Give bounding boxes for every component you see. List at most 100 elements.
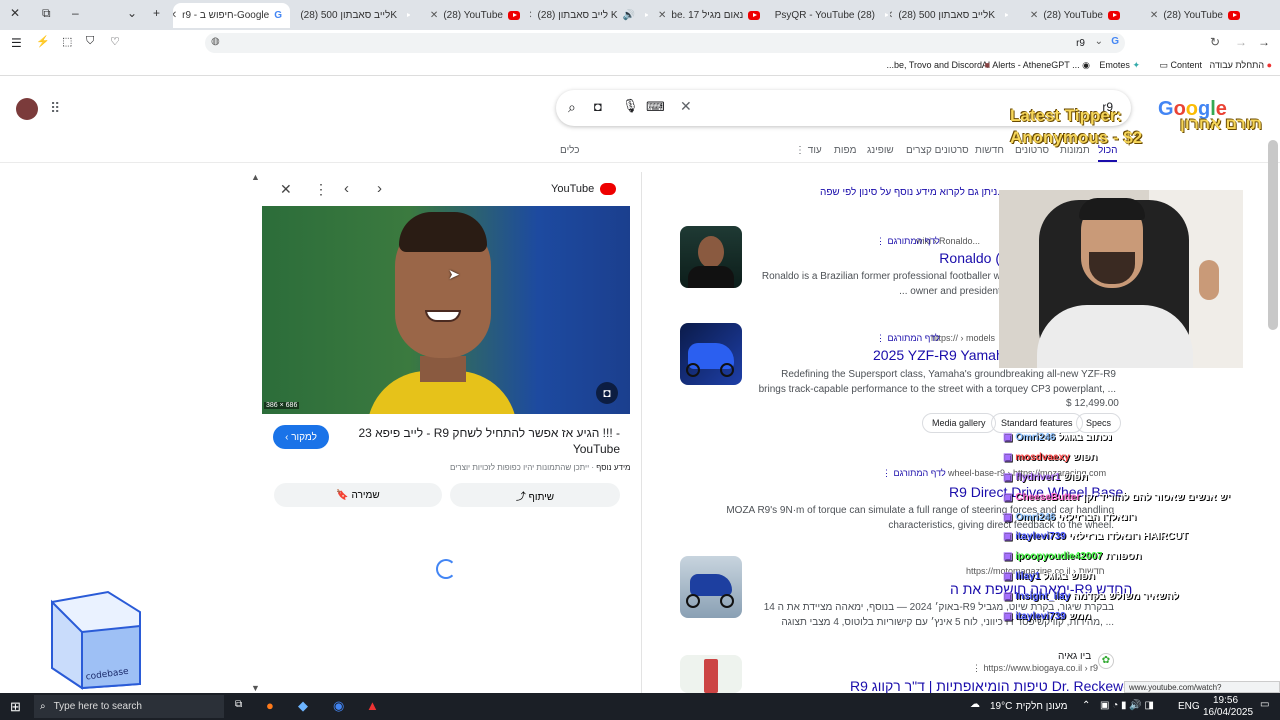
- tab-youtube[interactable]: ✕ be. נאום מגיל 17: [650, 3, 768, 28]
- minimize-icon[interactable]: –: [72, 6, 79, 20]
- close-tab-icon[interactable]: ✕: [890, 10, 893, 21]
- clock-date[interactable]: 16/04/2025: [1203, 707, 1253, 718]
- address-bar[interactable]: ◍ r9 ⌄ G: [205, 33, 1125, 53]
- share-button[interactable]: ⤴ שיתוף: [450, 483, 620, 507]
- chip-specs[interactable]: Specs: [1076, 413, 1122, 433]
- shield-icon[interactable]: ⛉: [86, 35, 94, 48]
- translate-link[interactable]: ⋮ לדף המתורגם: [876, 333, 940, 344]
- tab-search-icon[interactable]: ⌄: [127, 6, 137, 20]
- taskbar-search[interactable]: ⌕ Type here to search: [34, 695, 224, 718]
- weather-text[interactable]: מעונן חלקית: [1016, 701, 1067, 712]
- avatar[interactable]: [16, 98, 38, 120]
- pocket-icon[interactable]: ♡: [110, 35, 120, 48]
- firefox-icon[interactable]: ●: [266, 698, 274, 713]
- menu-icon[interactable]: ☰: [11, 36, 22, 50]
- result-thumbnail[interactable]: [680, 655, 742, 693]
- clear-icon[interactable]: ✕: [680, 98, 692, 115]
- puzzle-icon[interactable]: ⬚: [62, 35, 72, 48]
- bookmark-item[interactable]: ▭ Content: [1159, 60, 1202, 71]
- restore-icon[interactable]: ⧉: [42, 6, 51, 21]
- next-icon[interactable]: ›: [377, 180, 382, 197]
- tab-maps[interactable]: מפות: [834, 145, 856, 156]
- close-tab-icon[interactable]: ✕: [658, 10, 666, 21]
- app-icon[interactable]: ▲: [366, 698, 379, 713]
- preview-image[interactable]: 386 × 686 ◘: [262, 206, 630, 414]
- dropdown-icon[interactable]: ⌄: [1095, 36, 1103, 47]
- chip-standard-features[interactable]: Standard features: [991, 413, 1083, 433]
- close-tab-icon[interactable]: ✕: [173, 10, 177, 21]
- keyboard-icon[interactable]: ⌨: [646, 99, 665, 115]
- tab-more[interactable]: ⋮ עוד: [795, 145, 822, 156]
- result-breadcrumb[interactable]: ⋮ https://www.biogaya.co.il › r9: [972, 663, 1098, 674]
- tab-youtube[interactable]: ✕(28) לייב סאבתון 500K: [890, 3, 1008, 28]
- tab-youtube[interactable]: ✕ (28) YouTube: [1010, 3, 1128, 28]
- tab-google-search[interactable]: ✕ r9 - חיפוש ב-Google G: [173, 3, 290, 28]
- close-window-icon[interactable]: ✕: [10, 6, 20, 20]
- tab-news[interactable]: חדשות: [975, 145, 1004, 156]
- bookmark-item[interactable]: ...be, Trovo and Discord ■: [887, 60, 991, 70]
- tab-tools[interactable]: כלים: [560, 145, 580, 156]
- notification-icon[interactable]: ▭: [1260, 699, 1269, 710]
- close-tab-icon[interactable]: ✕: [430, 10, 438, 21]
- tab-label: (28) לייב סאבתון K: [537, 10, 618, 21]
- lens-icon[interactable]: ◘: [594, 99, 602, 114]
- result-breadcrumb[interactable]: https:// › models: [931, 333, 995, 343]
- bookmark-item[interactable]: Emotes ✦: [1099, 60, 1140, 71]
- translate-link[interactable]: ⋮ לדף המתורגם: [876, 236, 940, 247]
- bookmark-item[interactable]: AI Alerts - AtheneGPT ... ◉: [982, 60, 1090, 71]
- more-info-link[interactable]: מידע נוסף: [596, 463, 630, 472]
- result-thumbnail[interactable]: [680, 556, 742, 618]
- chat-user: CheeseButter: [1015, 492, 1081, 503]
- extension-icon[interactable]: ⚡: [36, 35, 50, 48]
- breadcrumb-text: https:// › models: [930, 333, 995, 343]
- result-thumbnail[interactable]: [680, 323, 742, 385]
- tab-youtube[interactable]: ✕ (28) YouTube: [412, 3, 528, 28]
- scroll-down-icon[interactable]: ▼: [251, 683, 260, 693]
- address-value: r9: [1076, 37, 1085, 49]
- close-tab-icon[interactable]: ✕: [530, 10, 533, 21]
- tab-youtube[interactable]: ✕ (28) לייב סאבתון K 🔊: [530, 3, 648, 28]
- apps-grid-icon[interactable]: ⠿: [50, 100, 60, 117]
- scrollbar-thumb[interactable]: [1268, 140, 1278, 330]
- visit-button[interactable]: ‹ למקור: [273, 425, 329, 449]
- tray-icons[interactable]: ▣ ◔ ▮ 🔊 ◨: [1100, 700, 1154, 711]
- chip-media-gallery[interactable]: Media gallery: [922, 413, 996, 433]
- language-indicator[interactable]: ENG: [1178, 701, 1200, 712]
- reload-icon[interactable]: ↻: [1210, 35, 1220, 49]
- tab-youtube[interactable]: ✕PsyQR - YouTube (28): [770, 3, 888, 28]
- scroll-up-icon[interactable]: ▲: [251, 172, 260, 182]
- close-icon[interactable]: ✕: [280, 181, 292, 198]
- result-title[interactable]: 2025 YZF-R9 Yamah: [873, 347, 1004, 363]
- result-title[interactable]: Ronaldo (: [939, 250, 1000, 266]
- lens-icon[interactable]: ◘: [596, 382, 618, 404]
- new-tab-icon[interactable]: +: [153, 6, 160, 20]
- site-name[interactable]: ביו גאיה: [1058, 651, 1091, 662]
- task-view-icon[interactable]: ⧉: [235, 699, 242, 710]
- previous-icon[interactable]: ‹: [344, 180, 349, 197]
- more-options-icon[interactable]: ⋮: [314, 181, 328, 198]
- tab-short-videos[interactable]: סרטונים קצרים: [906, 145, 969, 156]
- source-name[interactable]: YouTube: [551, 183, 594, 195]
- language-notice[interactable]: ניתן גם לקרוא מידע נוסף על סינון לפי שפה…: [820, 187, 1000, 198]
- search-icon[interactable]: ⌕: [568, 99, 576, 116]
- close-tab-icon[interactable]: ✕: [1030, 10, 1038, 21]
- mic-icon[interactable]: 🎙: [622, 98, 639, 114]
- translate-link[interactable]: ⋮ לדף המתורגם: [882, 468, 946, 479]
- close-tab-icon[interactable]: ✕: [1150, 10, 1158, 21]
- tray-expand-icon[interactable]: ⌃: [1082, 700, 1090, 711]
- preview-title[interactable]: לייב פיפא 23 - R9 הגיע אז אפשר להתחיל לש…: [336, 425, 620, 457]
- save-button[interactable]: 🔖 שמירה: [274, 483, 442, 507]
- tab-youtube[interactable]: ✕(28) לייב סאבתון 500K: [295, 3, 410, 28]
- weather-temp[interactable]: 19°C: [990, 701, 1012, 712]
- result-title[interactable]: R9 טיפות הומיאופתיות | ד"ר רקווג Dr. Rec…: [850, 678, 1139, 694]
- steam-icon[interactable]: ◆: [298, 698, 308, 714]
- tab-youtube[interactable]: ✕ (28) YouTube: [1130, 3, 1248, 28]
- windows-start-icon[interactable]: ⊞: [10, 699, 21, 715]
- clock-time[interactable]: 19:56: [1213, 695, 1238, 706]
- result-thumbnail[interactable]: [680, 226, 742, 288]
- chrome-icon[interactable]: ◉: [333, 698, 344, 714]
- tab-shopping[interactable]: שופינג: [867, 145, 894, 156]
- back-icon[interactable]: →: [1258, 35, 1270, 49]
- bookmark-item[interactable]: התחלת עבודה ●: [1210, 60, 1273, 70]
- forward-icon[interactable]: →: [1235, 35, 1247, 49]
